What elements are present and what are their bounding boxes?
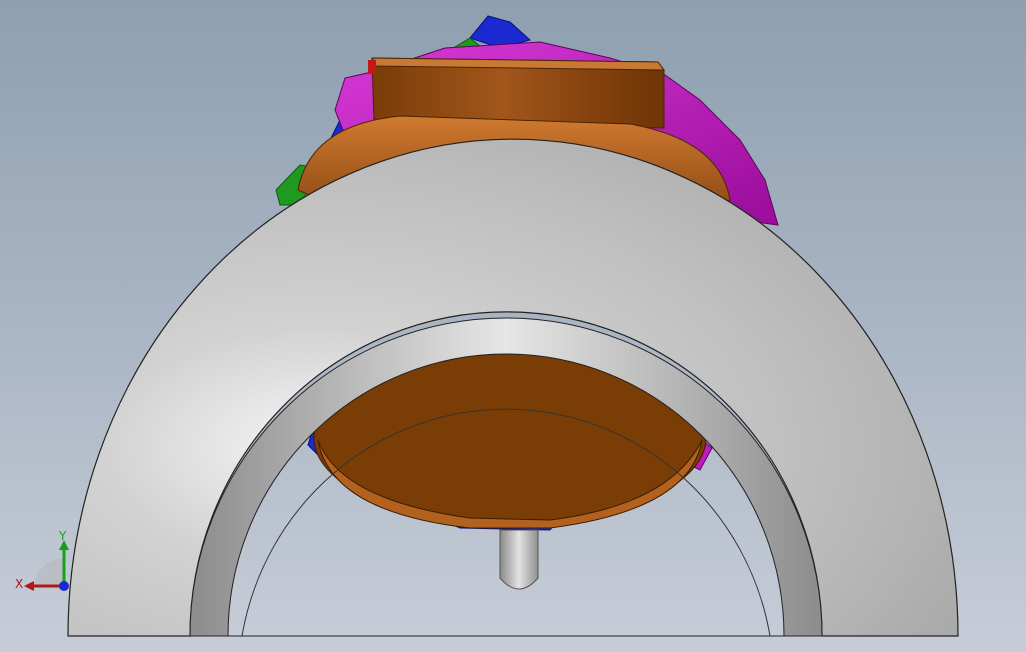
pipe-stub[interactable] — [499, 529, 539, 590]
x-axis-label: X — [15, 577, 23, 591]
orientation-triad[interactable]: X Y — [10, 530, 80, 600]
y-axis-label: Y — [58, 530, 67, 543]
x-axis-arrow — [24, 581, 34, 591]
cad-model-scene[interactable] — [0, 0, 1026, 652]
graphics-viewport[interactable]: X Y — [0, 0, 1026, 652]
red-tab[interactable] — [368, 60, 376, 74]
z-axis-dot — [59, 581, 69, 591]
triad-shadow — [34, 557, 64, 585]
